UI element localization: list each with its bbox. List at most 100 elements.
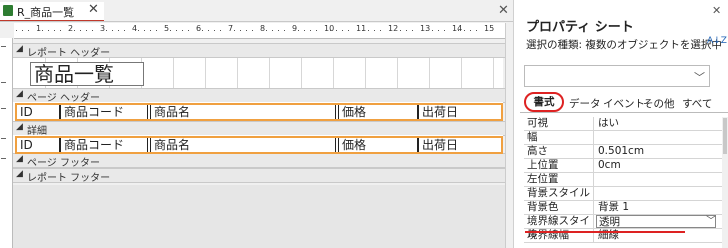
- property-row[interactable]: 左位置: [524, 173, 722, 187]
- ruler-tick: [470, 30, 471, 31]
- ruler-tick: [464, 30, 465, 31]
- ruler-tick: [432, 30, 433, 31]
- ruler-tick: [252, 30, 253, 31]
- grid-line: [397, 58, 398, 88]
- ruler-tick: [138, 30, 139, 31]
- ruler-number: 14: [452, 24, 463, 33]
- grid-line: [173, 58, 174, 88]
- property-sheet-title: プロパティ シート: [526, 20, 634, 35]
- report-header-band[interactable]: ◢ レポート ヘッダー: [13, 43, 505, 59]
- ruler-number: 1: [36, 24, 42, 33]
- page-header-band[interactable]: ◢ ページ ヘッダー: [13, 88, 505, 104]
- detail-band[interactable]: ◢ 詳細: [13, 121, 505, 137]
- ruler-tick: [202, 30, 203, 31]
- ruler-tick: [438, 30, 439, 31]
- chevron-down-icon: ﹀: [694, 71, 705, 84]
- design-background: [13, 185, 505, 248]
- ruler-tick: [298, 30, 299, 31]
- ruler-number: 6: [196, 24, 202, 33]
- ruler-tick: [170, 30, 171, 31]
- ruler-tick: [150, 30, 151, 31]
- ruler-tick: [310, 30, 311, 31]
- ruler-number: 2: [68, 24, 74, 33]
- grid-line: [429, 58, 430, 88]
- object-selector-dropdown[interactable]: ﹀: [524, 65, 710, 87]
- ruler-tick: [112, 30, 113, 31]
- ruler-number: 12: [388, 24, 399, 33]
- ruler-tick: [374, 30, 375, 31]
- grid-line: [237, 58, 238, 88]
- ruler-tick: [42, 30, 43, 31]
- ruler-number: 8: [260, 24, 266, 33]
- tab-data[interactable]: データ: [569, 96, 601, 111]
- ruler-tick: [80, 30, 81, 31]
- report-title-label[interactable]: 商品一覧: [30, 62, 144, 86]
- property-row-border-style[interactable]: 境界線スタイル 透明 ﹀: [524, 215, 722, 240]
- collapse-arrow-icon: ◢: [16, 154, 23, 164]
- property-row[interactable]: 背景スタイル: [524, 187, 722, 201]
- close-window-icon[interactable]: ✕: [498, 3, 509, 18]
- chevron-down-icon[interactable]: ﹀: [706, 215, 716, 228]
- property-row[interactable]: 高さ 0.501cm: [524, 145, 722, 159]
- ruler-tick: [266, 30, 267, 31]
- ruler-number: 5: [164, 24, 170, 33]
- ruler-tick: [22, 30, 23, 31]
- collapse-arrow-icon: ◢: [16, 89, 23, 99]
- property-row[interactable]: 幅: [524, 131, 722, 145]
- collapse-arrow-icon: ◢: [16, 169, 23, 179]
- ruler-tick: [426, 30, 427, 31]
- ruler-tick: [124, 30, 125, 31]
- ruler-tick: [458, 30, 459, 31]
- report-icon: [3, 5, 13, 16]
- property-row[interactable]: 可視 はい: [524, 117, 722, 131]
- ruler-tick: [380, 30, 381, 31]
- tab-other[interactable]: その他: [643, 96, 675, 111]
- tab-event[interactable]: イベント: [603, 96, 645, 111]
- grid-line: [301, 58, 302, 88]
- highlight-underline: [525, 231, 685, 233]
- tab-all[interactable]: すべて: [682, 96, 712, 111]
- ruler-tick: [74, 30, 75, 31]
- close-pane-icon[interactable]: ✕: [712, 4, 721, 17]
- grid-line: [333, 58, 334, 88]
- ruler-number: 4: [132, 24, 138, 33]
- document-tab[interactable]: R_商品一覧 ✕: [0, 2, 104, 22]
- property-row[interactable]: 上位置 0cm: [524, 159, 722, 173]
- selection-outline-detail: [15, 136, 503, 154]
- vertical-ruler: [0, 38, 13, 248]
- report-footer-label: レポート フッター: [27, 173, 111, 184]
- ruler-tick: [348, 30, 349, 31]
- ruler-tick: [208, 30, 209, 31]
- ruler-tick: [444, 30, 445, 31]
- tab-format[interactable]: 書式: [524, 92, 564, 112]
- ruler-tick: [156, 30, 157, 31]
- grid-line: [269, 58, 270, 88]
- ruler-number: 3: [100, 24, 106, 33]
- ruler-tick: [476, 30, 477, 31]
- ruler-tick: [220, 30, 221, 31]
- border-style-dropdown[interactable]: 透明: [596, 215, 716, 228]
- grid-line: [365, 58, 366, 88]
- ruler-tick: [240, 30, 241, 31]
- ruler-number: 7: [228, 24, 234, 33]
- report-footer-band[interactable]: ◢ レポート フッター: [13, 168, 505, 184]
- scrollbar-thumb[interactable]: [723, 118, 727, 154]
- grid-line: [205, 58, 206, 88]
- ruler-tick: [48, 30, 49, 31]
- report-header-label: レポート ヘッダー: [27, 48, 111, 59]
- close-tab-icon[interactable]: ✕: [88, 2, 99, 17]
- ruler-tick: [412, 30, 413, 31]
- ruler-tick: [406, 30, 407, 31]
- ruler-tick: [304, 30, 305, 31]
- ruler-tick: [362, 30, 363, 31]
- ruler-tick: [106, 30, 107, 31]
- page-footer-band[interactable]: ◢ ページ フッター: [13, 153, 505, 169]
- ruler-tick: [278, 30, 279, 31]
- ruler-tick: [234, 30, 235, 31]
- ruler-tick: [86, 30, 87, 31]
- property-row[interactable]: 背景色 背景 1: [524, 201, 722, 215]
- ruler-tick: [54, 30, 55, 31]
- ruler-tick: [368, 30, 369, 31]
- divider: [0, 21, 513, 22]
- sort-icon[interactable]: A↓Z: [707, 37, 727, 46]
